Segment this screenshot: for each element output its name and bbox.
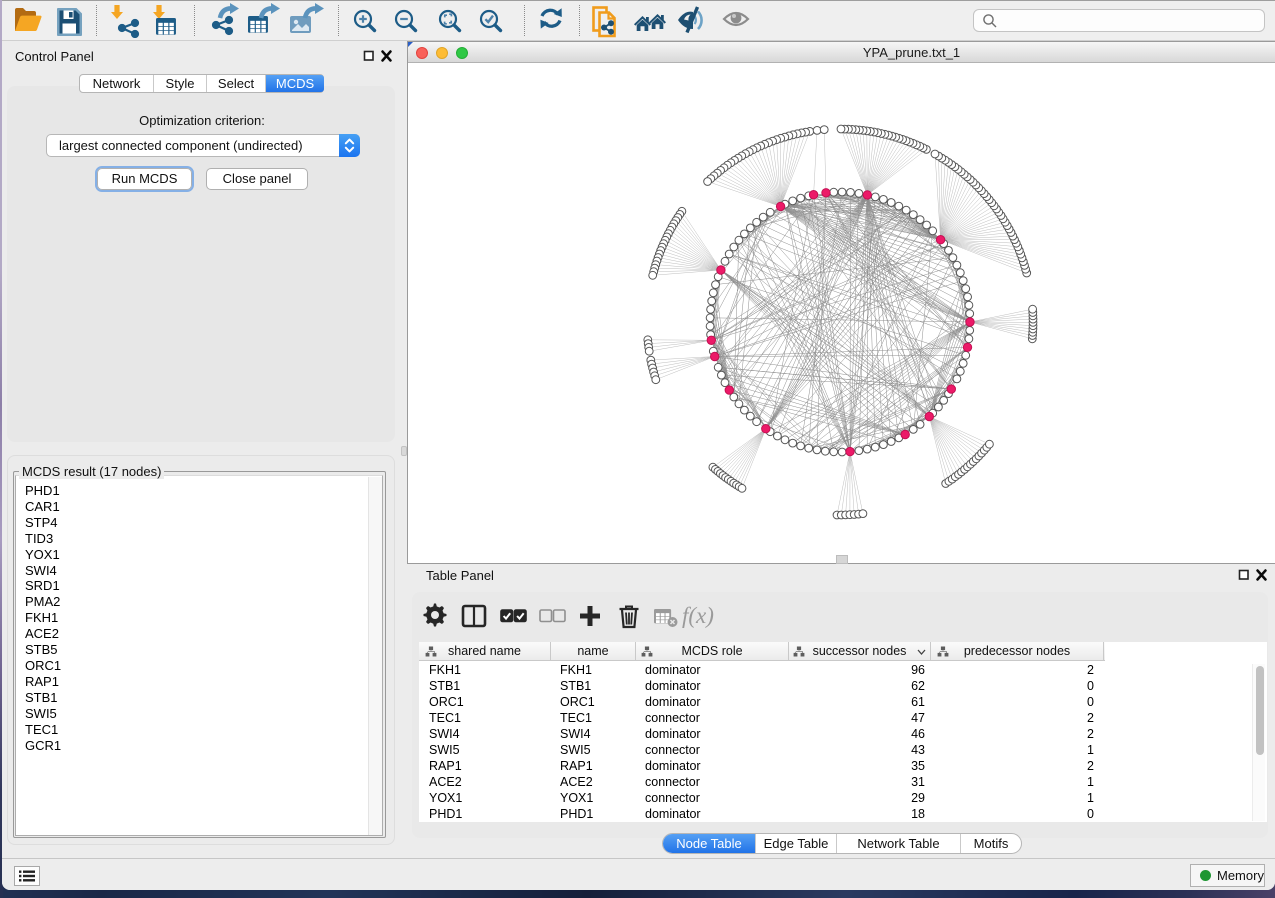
svg-text:f(x): f(x) (682, 603, 714, 628)
